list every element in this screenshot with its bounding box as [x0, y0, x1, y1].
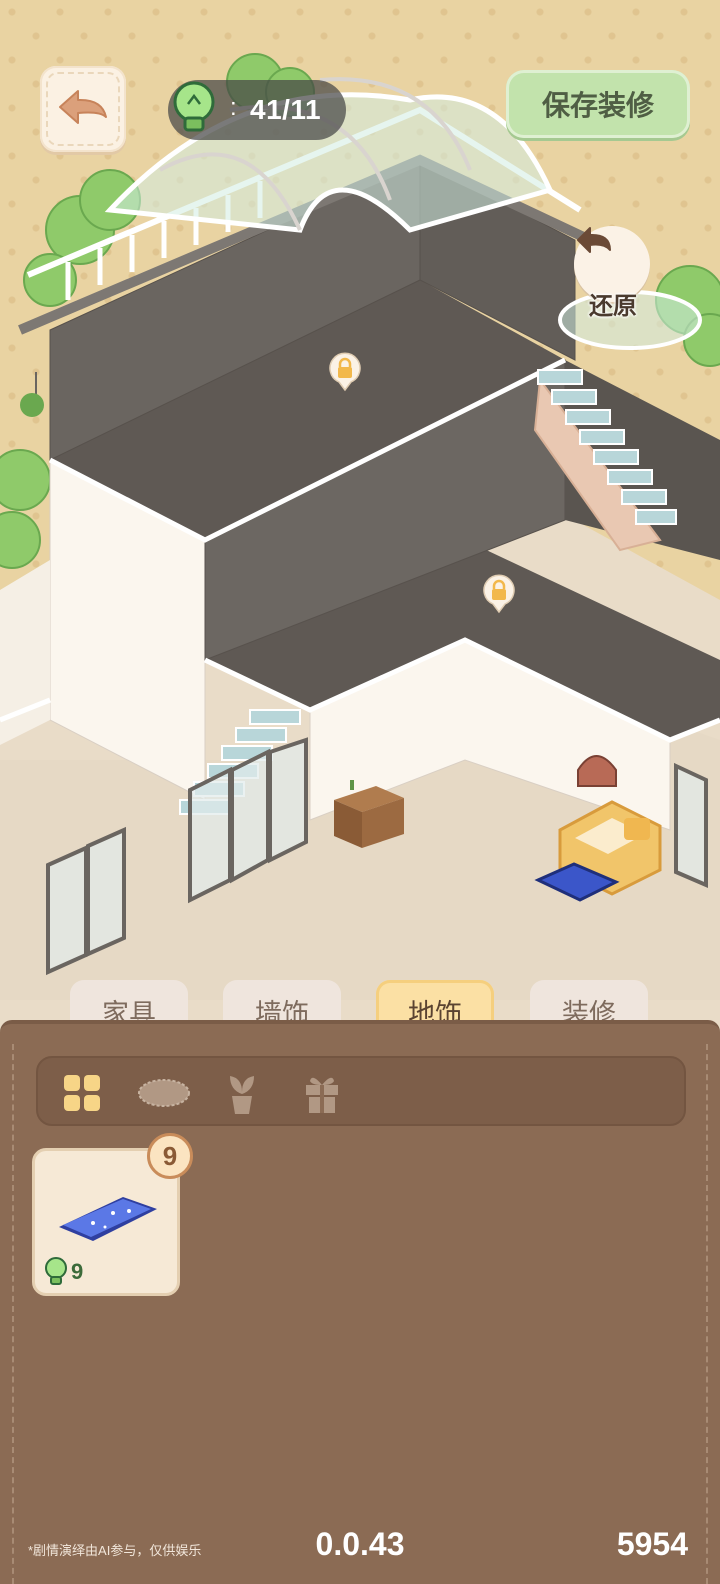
undo-icon — [577, 227, 611, 253]
back-button[interactable] — [40, 66, 126, 152]
lock-icon — [329, 352, 361, 392]
locked-area-pin[interactable] — [328, 352, 362, 392]
subtab-rugs[interactable] — [134, 1068, 194, 1118]
locked-area-pin[interactable] — [482, 574, 516, 614]
subtab-plants[interactable] — [214, 1068, 270, 1118]
score-counter: 5954 — [616, 1526, 688, 1562]
plant-icon — [230, 1076, 254, 1114]
panel-stitch-right — [706, 1044, 708, 1584]
grid-icon — [64, 1075, 100, 1111]
room-scene[interactable]: : 41/11 保存装修 还原 — [0, 0, 720, 1040]
inventory-panel — [0, 1020, 720, 1584]
back-arrow-icon — [59, 90, 107, 124]
gift-icon — [306, 1077, 338, 1113]
starry-rug-icon — [59, 1197, 157, 1241]
isometric-room — [0, 53, 720, 1040]
subcategory-bar — [36, 1056, 686, 1126]
version-label: 0.0.43 — [315, 1526, 405, 1562]
subtab-all[interactable] — [54, 1068, 110, 1118]
rug-icon — [138, 1079, 190, 1107]
energy-separator: : — [230, 94, 237, 121]
save-decoration-button[interactable]: 保存装修 — [506, 70, 690, 138]
energy-value: 41/11 — [250, 94, 322, 125]
restore-label: 还原 — [589, 293, 637, 320]
subtab-gifts[interactable] — [294, 1068, 350, 1118]
item-count-badge: 9 — [147, 1133, 193, 1179]
item-cost: 9 — [71, 1259, 84, 1284]
lightbulb-icon — [173, 81, 215, 132]
inventory-item-rug[interactable]: 9 9 — [32, 1133, 193, 1296]
energy-counter: : 41/11 — [168, 80, 346, 140]
lightbulb-icon — [45, 1257, 67, 1285]
lock-icon — [483, 574, 515, 614]
panel-stitch-left — [12, 1044, 14, 1584]
